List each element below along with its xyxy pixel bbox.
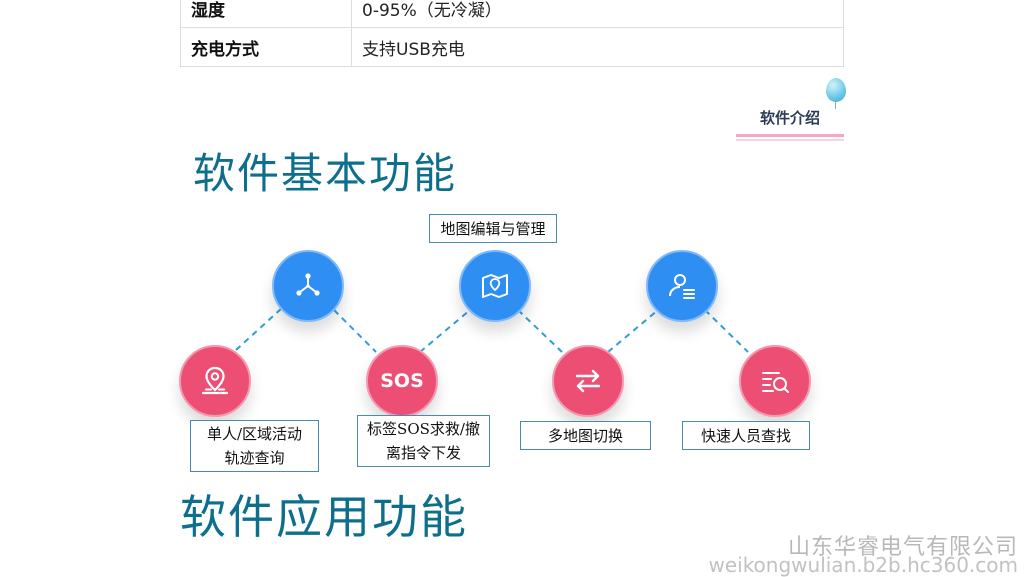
label-sos: 标签SOS求救/撤 离指令下发 bbox=[357, 415, 490, 467]
node-user-list bbox=[646, 250, 718, 322]
sos-icon: SOS bbox=[380, 370, 424, 392]
label-map-switch: 多地图切换 bbox=[520, 421, 651, 450]
label-line: 离指令下发 bbox=[385, 444, 461, 462]
connector-line bbox=[235, 307, 283, 351]
user-list-icon bbox=[669, 274, 695, 299]
label-text: 地图编辑与管理 bbox=[440, 219, 546, 238]
node-map-editing bbox=[459, 250, 531, 322]
node-person-search bbox=[739, 345, 811, 417]
connector-line bbox=[704, 309, 749, 353]
watermark-url: weikongwulian.b2b.hc360.com bbox=[708, 553, 1018, 577]
switch-arrows-icon bbox=[575, 369, 601, 393]
node-sos: SOS bbox=[366, 345, 438, 417]
node-track-query bbox=[179, 345, 251, 417]
connector-line bbox=[517, 309, 563, 353]
map-pin-icon bbox=[201, 366, 229, 395]
label-line: 单人/区域活动 bbox=[206, 425, 303, 443]
label-track-query: 单人/区域活动 轨迹查询 bbox=[190, 420, 319, 472]
search-list-icon bbox=[762, 372, 789, 393]
label-text: 快速人员查找 bbox=[700, 426, 791, 445]
network-nodes-icon bbox=[296, 273, 320, 296]
connector-line bbox=[607, 309, 659, 353]
label-text: 多地图切换 bbox=[547, 426, 623, 445]
connector-line bbox=[419, 309, 471, 353]
label-line: 标签SOS求救/撤 bbox=[367, 420, 480, 438]
map-icon bbox=[482, 274, 508, 298]
node-map-switch bbox=[552, 345, 624, 417]
label-person-search: 快速人员查找 bbox=[682, 421, 810, 450]
label-map-editing: 地图编辑与管理 bbox=[429, 214, 557, 243]
label-line: 轨迹查询 bbox=[224, 449, 285, 467]
heading-application-functions: 软件应用功能 bbox=[180, 490, 468, 544]
connector-line bbox=[333, 309, 377, 353]
node-network bbox=[272, 250, 344, 322]
